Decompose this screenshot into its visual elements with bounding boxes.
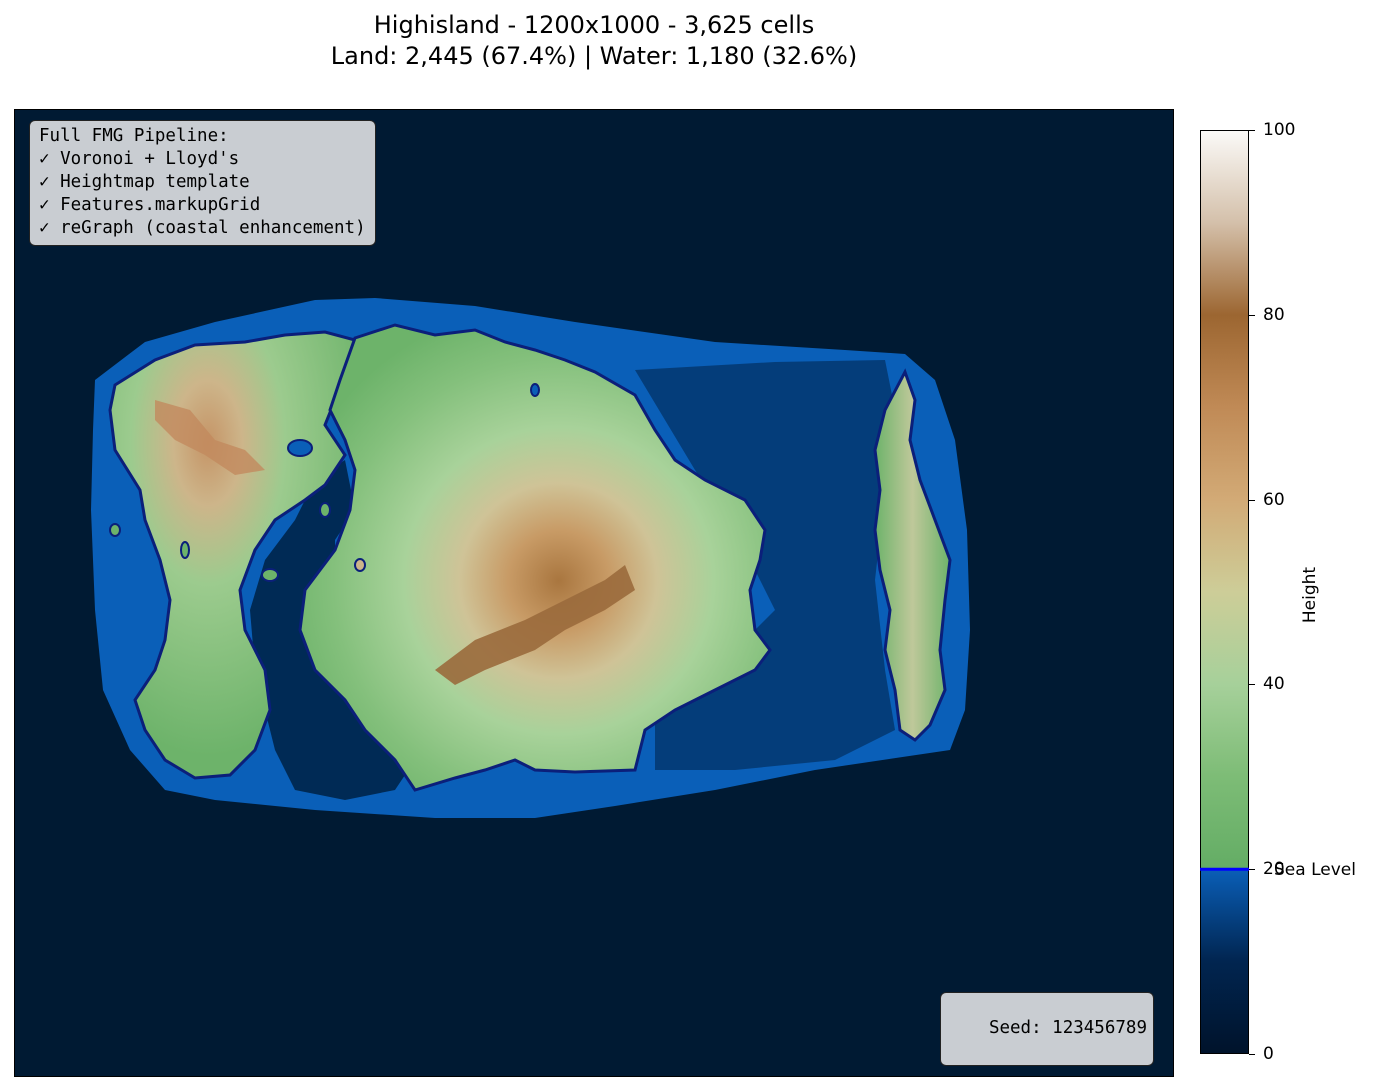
title-line-1: Highisland - 1200x1000 - 3,625 cells [373, 11, 815, 39]
sea-level-label: Sea Level [1274, 860, 1356, 880]
seed-label-box: Seed: 123456789 [939, 992, 1154, 1066]
pipeline-heading: Full FMG Pipeline: [39, 126, 229, 146]
colorbar-tick-label: 40 [1263, 674, 1285, 694]
islet-4 [319, 502, 331, 518]
colorbar-tick-label: 100 [1263, 120, 1296, 140]
pipeline-step: ✓ Features.markupGrid [39, 195, 261, 215]
colorbar-tick-label: 0 [1263, 1044, 1274, 1064]
islet-5 [354, 558, 366, 572]
title-line-2: Land: 2,445 (67.4%) | Water: 1,180 (32.6… [330, 42, 858, 70]
islet-3 [261, 568, 279, 582]
colorbar-tick-mark [1249, 130, 1255, 131]
colorbar-tick-mark [1249, 869, 1255, 870]
height-colorbar [1200, 130, 1249, 1054]
seed-label: Seed: 123456789 [988, 1018, 1147, 1038]
colorbar-tick-mark [1249, 1054, 1255, 1055]
pipeline-step: ✓ Voronoi + Lloyd's [39, 149, 240, 169]
pipeline-info-box: Full FMG Pipeline: ✓ Voronoi + Lloyd's ✓ H… [29, 120, 376, 246]
colorbar-tick-mark [1249, 500, 1255, 501]
pipeline-step: ✓ reGraph (coastal enhancement) [39, 218, 366, 238]
lake-1 [287, 439, 313, 457]
colorbar-tick-mark [1249, 684, 1255, 685]
islet-2 [180, 541, 190, 559]
lake-2 [530, 383, 540, 397]
pipeline-step: ✓ Heightmap template [39, 172, 250, 192]
map-title: Highisland - 1200x1000 - 3,625 cells Lan… [0, 10, 1188, 72]
colorbar-tick-mark [1249, 315, 1255, 316]
colorbar-label: Height [1300, 566, 1320, 624]
heightmap-plot: Full FMG Pipeline: ✓ Voronoi + Lloyd's ✓ H… [14, 109, 1174, 1077]
colorbar-tick-label: 60 [1263, 490, 1285, 510]
heightmap-canvas [15, 110, 1173, 1076]
islet-1 [109, 523, 121, 537]
colorbar-fill [1200, 130, 1249, 1054]
colorbar-tick-label: 80 [1263, 305, 1285, 325]
